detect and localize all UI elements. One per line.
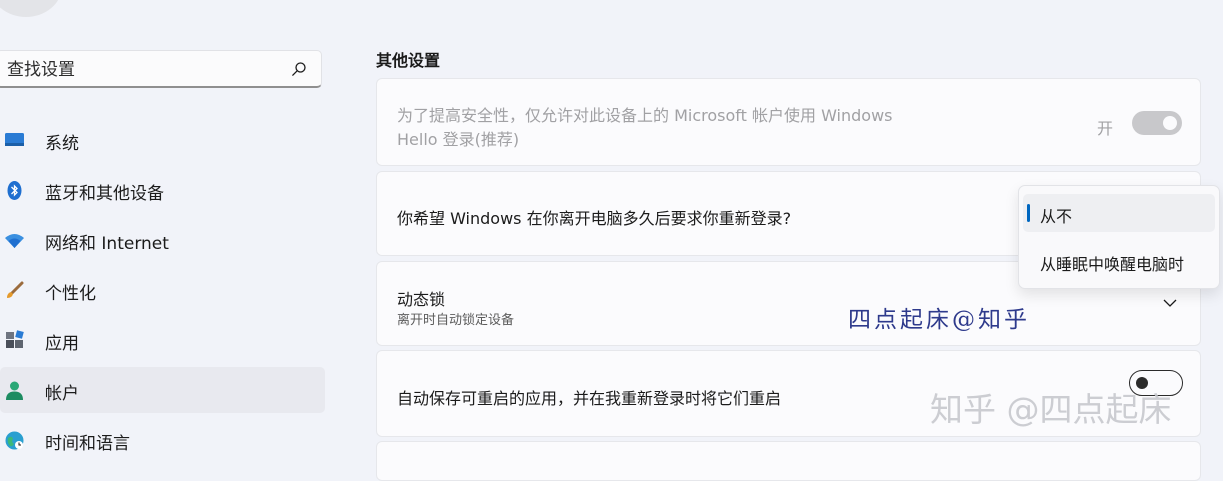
- setting-subtitle: 离开时自动锁定设备: [397, 313, 515, 328]
- search-box[interactable]: [0, 50, 322, 88]
- sidebar-item-label: 时间和语言: [45, 434, 130, 454]
- setting-description: Hello 登录(推荐): [397, 130, 520, 149]
- sidebar-item-system[interactable]: 系统: [0, 117, 325, 163]
- setting-description: 你希望 Windows 在你离开电脑多久后要求你重新登录?: [397, 209, 792, 228]
- dropdown-option-wake[interactable]: 从睡眠中唤醒电脑时: [1023, 242, 1215, 280]
- section-title: 其他设置: [376, 51, 441, 70]
- brush-icon: [7, 281, 24, 298]
- monitor-icon: [5, 133, 24, 146]
- setting-description: 为了提高安全性，仅允许对此设备上的 Microsoft 帐户使用 Windows: [397, 106, 893, 125]
- toggle-state-label: 开: [1097, 119, 1114, 138]
- sidebar-item-bluetooth[interactable]: 蓝牙和其他设备: [0, 167, 325, 213]
- search-icon[interactable]: [291, 61, 307, 77]
- sidebar-item-label: 蓝牙和其他设备: [45, 184, 164, 204]
- wifi-icon: [5, 234, 24, 248]
- hello-only-toggle[interactable]: [1132, 111, 1182, 135]
- apps-icon: [6, 330, 24, 348]
- signature-overlay: 四点起床@知乎: [848, 307, 1030, 333]
- sidebar-item-label: 帐户: [45, 384, 79, 404]
- chevron-down-icon[interactable]: [1163, 298, 1177, 308]
- search-input[interactable]: [5, 57, 279, 83]
- setting-description: 自动保存可重启的应用，并在我重新登录时将它们重启: [397, 389, 782, 408]
- hello-only-setting-card: 为了提高安全性，仅允许对此设备上的 Microsoft 帐户使用 Windows…: [376, 78, 1201, 166]
- sidebar-nav: 系统 蓝牙和其他设备 网络和 Internet 个性化 应用 帐户 时间和语言: [0, 117, 325, 467]
- bluetooth-icon: [7, 181, 22, 200]
- sidebar-item-apps[interactable]: 应用: [0, 317, 325, 363]
- watermark-overlay: 知乎 @四点起床: [930, 390, 1172, 429]
- dropdown-option-label: 从睡眠中唤醒电脑时: [1040, 255, 1185, 274]
- user-avatar: [0, 0, 62, 17]
- sidebar-item-accounts[interactable]: 帐户: [0, 367, 325, 413]
- sidebar-item-label: 系统: [45, 134, 79, 154]
- sidebar-item-network[interactable]: 网络和 Internet: [0, 217, 325, 263]
- next-setting-card: [376, 441, 1201, 481]
- dropdown-option-label: 从不: [1040, 207, 1073, 226]
- person-icon: [6, 381, 23, 400]
- signin-timeout-dropdown[interactable]: 从不 从睡眠中唤醒电脑时: [1018, 185, 1220, 289]
- sidebar-item-label: 个性化: [45, 284, 96, 304]
- sidebar-item-personalization[interactable]: 个性化: [0, 267, 325, 313]
- dropdown-option-never[interactable]: 从不: [1023, 194, 1215, 232]
- setting-title: 动态锁: [397, 290, 446, 309]
- selection-indicator: [1027, 204, 1030, 222]
- toggle-knob: [1163, 116, 1177, 130]
- globe-icon: [5, 431, 24, 450]
- sidebar-item-label: 网络和 Internet: [45, 234, 169, 254]
- sidebar-item-time-language[interactable]: 时间和语言: [0, 417, 325, 463]
- sidebar-item-label: 应用: [45, 334, 79, 354]
